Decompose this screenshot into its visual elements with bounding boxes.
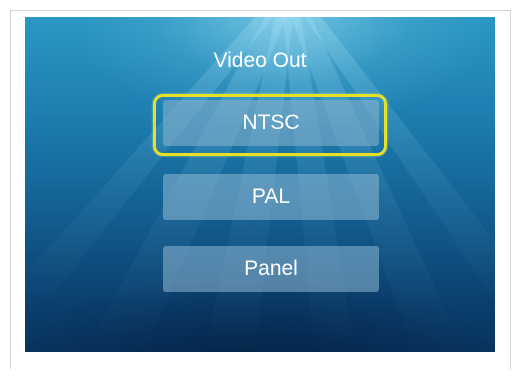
panel-button[interactable]: Panel bbox=[163, 246, 379, 292]
pal-button[interactable]: PAL bbox=[163, 174, 379, 220]
ntsc-button[interactable]: NTSC bbox=[163, 100, 379, 146]
page-title: Video Out bbox=[213, 49, 307, 72]
video-out-screen: Video Out NTSC PAL Panel bbox=[25, 17, 495, 352]
